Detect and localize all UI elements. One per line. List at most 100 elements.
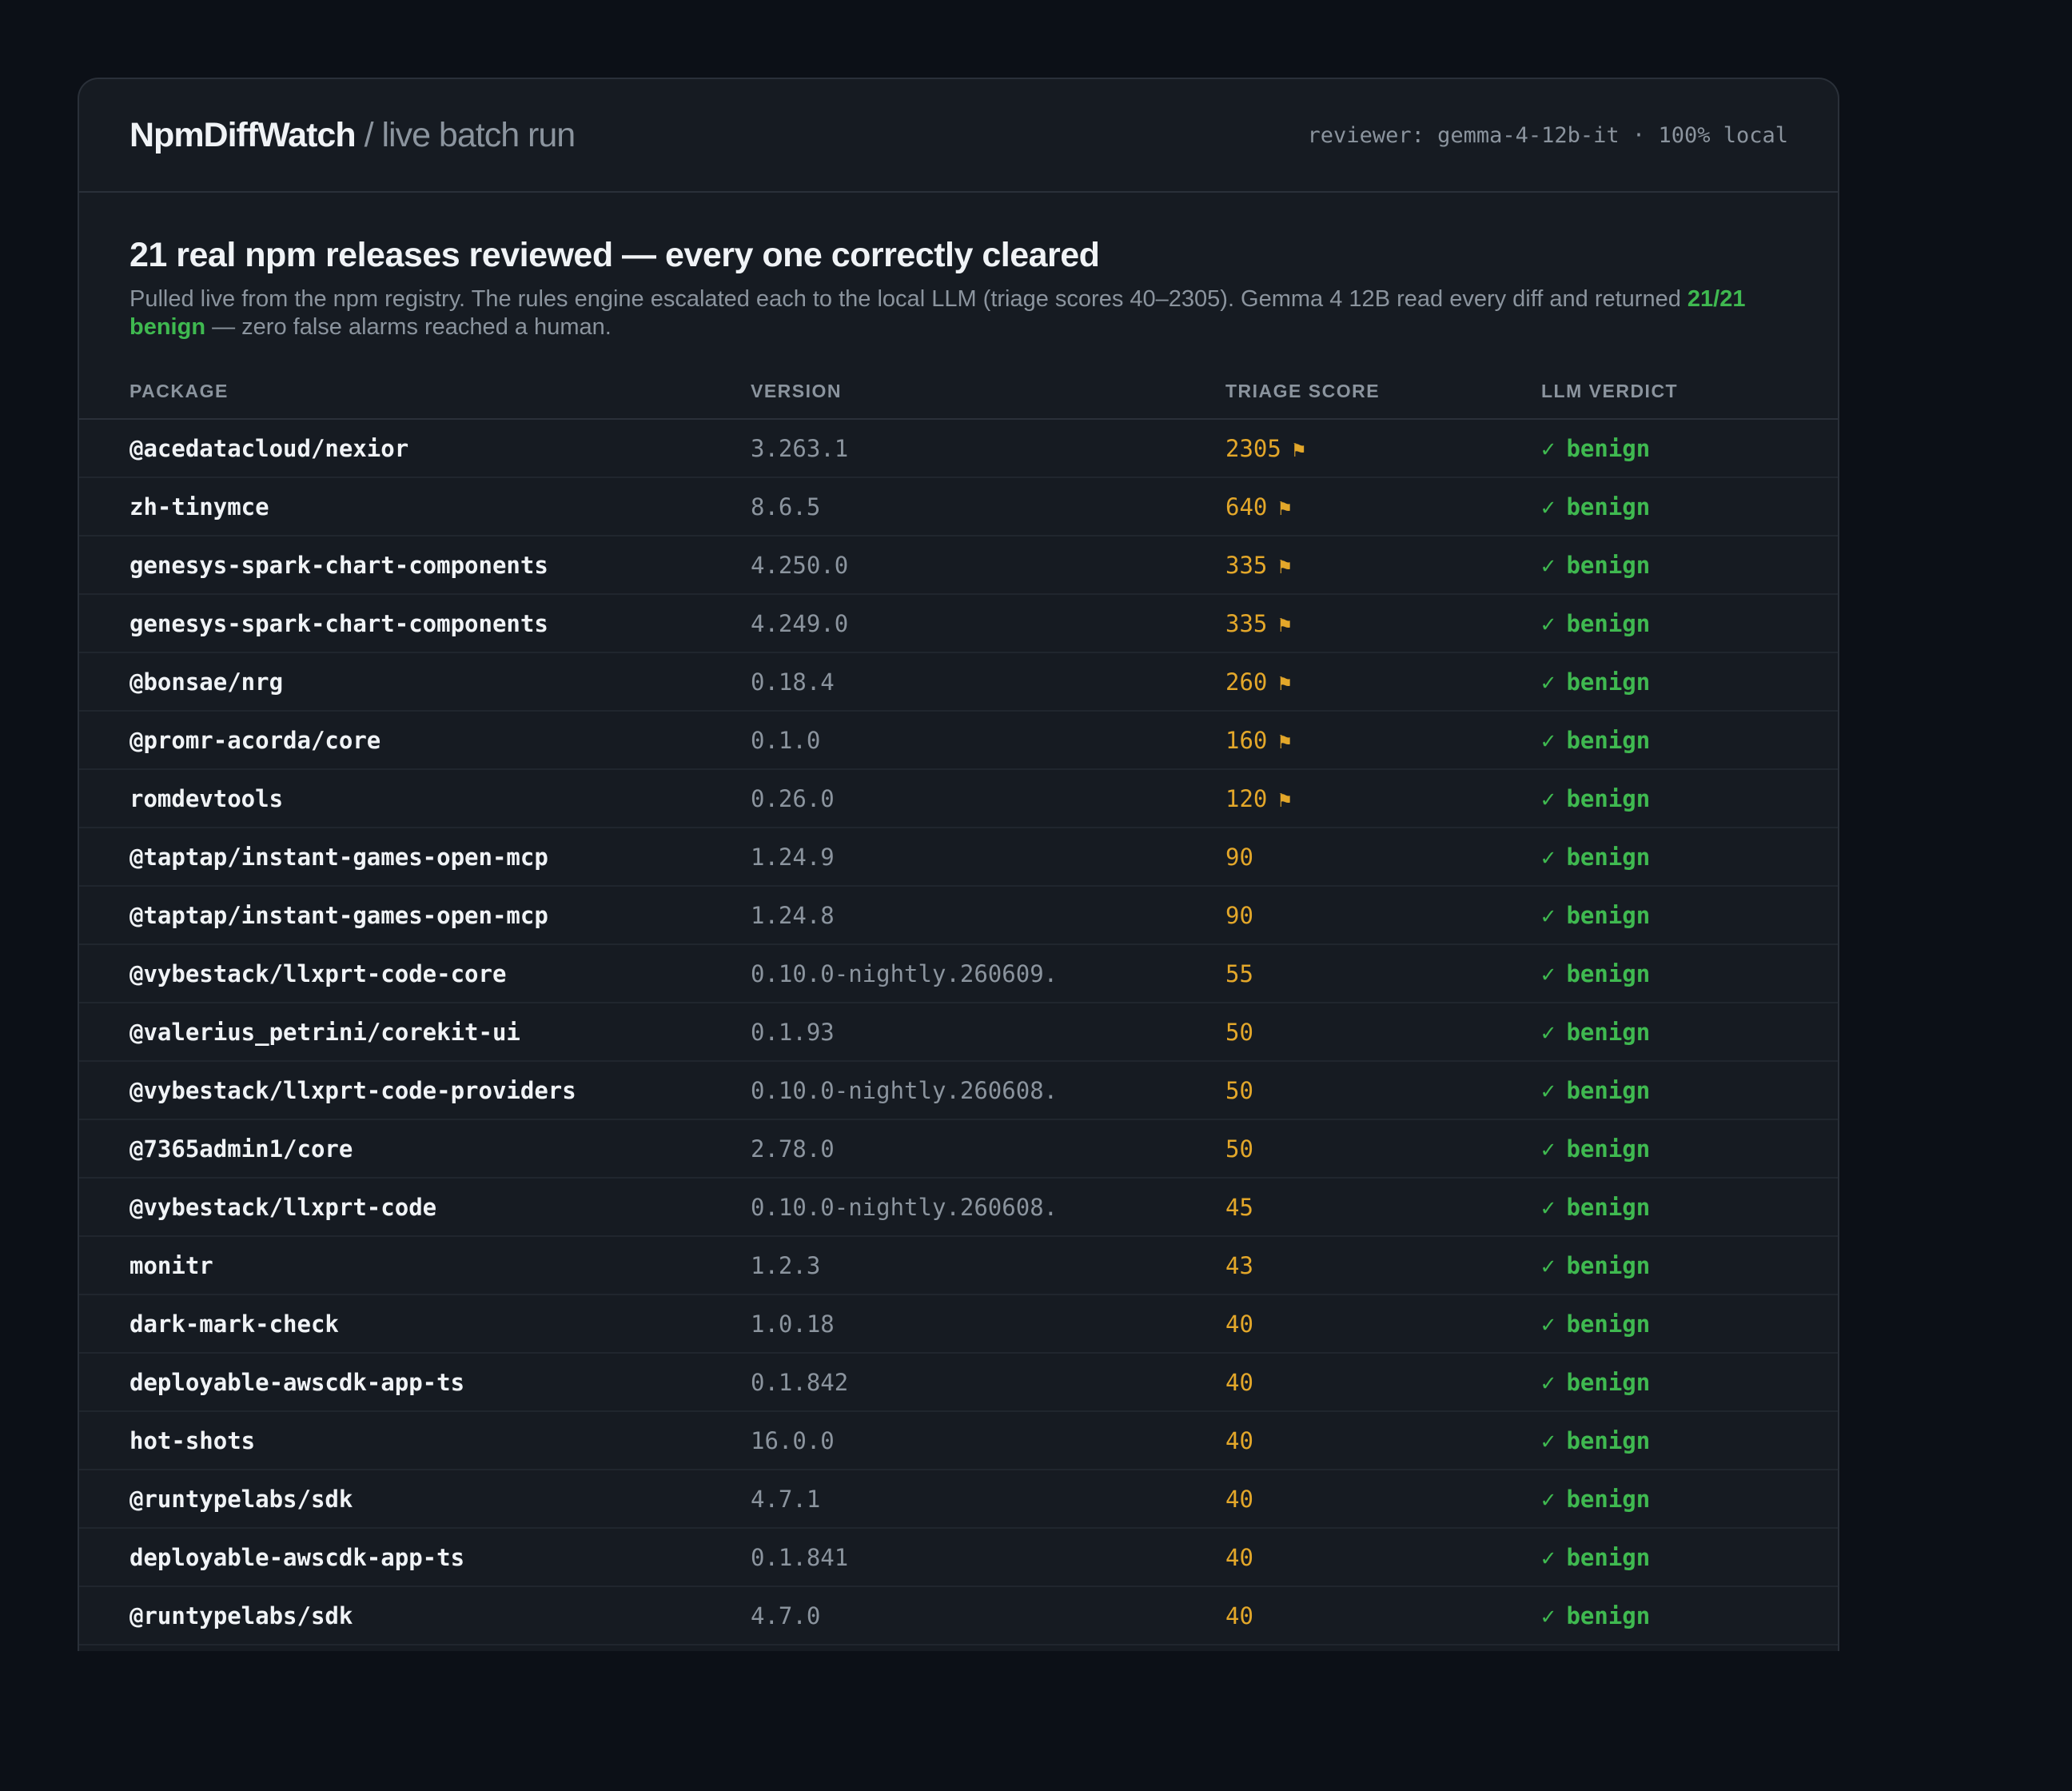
triage-score: 90 bbox=[1225, 901, 1253, 929]
package-name: @bonsae/nrg bbox=[79, 652, 751, 712]
summary-text-before: Pulled live from the npm registry. The r… bbox=[130, 286, 1687, 312]
package-version: 0.18.4 bbox=[751, 652, 1225, 712]
flag-icon: ⚑ bbox=[1278, 612, 1292, 637]
package-version: 4.249.0 bbox=[751, 594, 1225, 653]
check-icon: ✓ bbox=[1541, 784, 1556, 812]
triage-score: 335 bbox=[1225, 551, 1268, 579]
package-version: 16.0.0 bbox=[751, 1411, 1225, 1470]
package-name: @7365admin1/core bbox=[79, 1119, 751, 1179]
llm-verdict-cell: ✓ benign bbox=[1541, 1411, 1838, 1470]
check-icon: ✓ bbox=[1541, 1485, 1556, 1513]
package-name: genesys-spark-chart-components bbox=[79, 536, 751, 595]
column-header-version: VERSION bbox=[751, 375, 1225, 420]
package-version: 0.26.0 bbox=[751, 769, 1225, 828]
app-title: NpmDiffWatch / live batch run bbox=[130, 115, 576, 155]
package-version: 4.7.0 bbox=[751, 1586, 1225, 1645]
verdict-label: benign bbox=[1566, 551, 1651, 579]
package-version: 1.24.8 bbox=[751, 886, 1225, 945]
package-name: @vybestack/llxprt-code-providers bbox=[79, 1061, 751, 1120]
check-icon: ✓ bbox=[1541, 1076, 1556, 1104]
verdict-label: benign bbox=[1566, 1485, 1651, 1513]
llm-verdict-cell: ✓ benign bbox=[1541, 1178, 1838, 1237]
verdict-label: benign bbox=[1566, 726, 1651, 754]
check-icon: ✓ bbox=[1541, 434, 1556, 462]
triage-score-cell: 640 ⚑ bbox=[1225, 477, 1541, 537]
check-icon: ✓ bbox=[1541, 1426, 1556, 1454]
triage-score-cell: 40 bbox=[1225, 1528, 1541, 1587]
triage-score: 40 bbox=[1225, 1310, 1253, 1338]
package-version: 0.1.841 bbox=[751, 1528, 1225, 1587]
verdict-label: benign bbox=[1566, 434, 1651, 462]
triage-score-cell: 50 bbox=[1225, 1061, 1541, 1120]
triage-score: 260 bbox=[1225, 668, 1268, 696]
package-version: 3.263.1 bbox=[751, 419, 1225, 478]
table-row: @runtypelabs/sdk 4.7.0 40 ✓ benign bbox=[79, 1586, 1838, 1645]
check-icon: ✓ bbox=[1541, 843, 1556, 871]
table-row: @vybestack/llxprt-code 0.10.0-nightly.260… bbox=[79, 1178, 1838, 1237]
package-version: 0.10.0-nightly.260608. bbox=[751, 1061, 1225, 1120]
package-name: hot-shots bbox=[79, 1411, 751, 1470]
triage-score-cell: 40 bbox=[1225, 1353, 1541, 1412]
check-icon: ✓ bbox=[1541, 609, 1556, 637]
verdict-label: benign bbox=[1566, 1368, 1651, 1396]
triage-score: 160 bbox=[1225, 726, 1268, 754]
column-header-triage-score: TRIAGE SCORE bbox=[1225, 375, 1541, 420]
llm-verdict-cell: ✓ benign bbox=[1541, 1236, 1838, 1295]
triage-score: 40 bbox=[1225, 1368, 1253, 1396]
table-row: @valerius_petrini/corekit-ui 0.1.93 50 ✓ ben… bbox=[79, 1003, 1838, 1062]
reviewer-info: reviewer: gemma-4-12b-it · 100% local bbox=[1307, 122, 1788, 148]
package-version: 8.6.5 bbox=[751, 477, 1225, 537]
check-icon: ✓ bbox=[1541, 959, 1556, 987]
package-version: 0.1.842 bbox=[751, 1353, 1225, 1412]
check-icon: ✓ bbox=[1541, 1310, 1556, 1338]
triage-score-cell: 335 ⚑ bbox=[1225, 594, 1541, 653]
batch-run-panel: NpmDiffWatch / live batch run reviewer: … bbox=[78, 78, 1839, 1651]
llm-verdict-cell: ✓ benign bbox=[1541, 1470, 1838, 1529]
triage-score: 50 bbox=[1225, 1135, 1253, 1163]
table-header-row: PACKAGE VERSION TRIAGE SCORE LLM VERDICT bbox=[79, 375, 1838, 420]
summary-text-after: — zero false alarms reached a human. bbox=[205, 314, 612, 340]
llm-verdict-cell: ✓ benign bbox=[1541, 1586, 1838, 1645]
flag-icon: ⚑ bbox=[1278, 671, 1292, 696]
package-version: 2.78.0 bbox=[751, 1119, 1225, 1179]
table-row: @7365admin1/core 2.78.0 50 ✓ benign bbox=[79, 1119, 1838, 1179]
verdict-label: benign bbox=[1566, 959, 1651, 987]
llm-verdict-cell: ✓ benign bbox=[1541, 477, 1838, 537]
verdict-label: benign bbox=[1566, 668, 1651, 696]
package-name: @promr-acorda/core bbox=[79, 711, 751, 770]
table-row: @taptap/instant-games-open-mcp 1.24.8 90 ✓ b… bbox=[79, 886, 1838, 945]
table-row: deployable-awscdk-app-ts 0.1.841 40 ✓ benign bbox=[79, 1528, 1838, 1587]
triage-score: 2305 bbox=[1225, 434, 1281, 462]
verdict-label: benign bbox=[1566, 1018, 1651, 1046]
triage-score-cell: 40 bbox=[1225, 1411, 1541, 1470]
check-icon: ✓ bbox=[1541, 1193, 1556, 1221]
package-name: deployable-awscdk-app-ts bbox=[79, 1353, 751, 1412]
table-row: hot-shots 16.0.0 40 ✓ benign bbox=[79, 1411, 1838, 1470]
package-version: 1.2.3 bbox=[751, 1236, 1225, 1295]
brand-subtitle: / live batch run bbox=[364, 115, 576, 154]
triage-score: 640 bbox=[1225, 493, 1268, 521]
triage-score-cell: 90 bbox=[1225, 828, 1541, 887]
table-row: genesys-spark-chart-components 4.250.0 335… bbox=[79, 536, 1838, 595]
results-table: PACKAGE VERSION TRIAGE SCORE LLM VERDICT… bbox=[79, 375, 1838, 1645]
check-icon: ✓ bbox=[1541, 1368, 1556, 1396]
triage-score: 55 bbox=[1225, 959, 1253, 987]
triage-score-cell: 40 bbox=[1225, 1470, 1541, 1529]
column-header-llm-verdict: LLM VERDICT bbox=[1541, 375, 1838, 420]
check-icon: ✓ bbox=[1541, 493, 1556, 521]
table-row: @bonsae/nrg 0.18.4 260 ⚑ ✓ benign bbox=[79, 652, 1838, 712]
llm-verdict-cell: ✓ benign bbox=[1541, 828, 1838, 887]
verdict-label: benign bbox=[1566, 843, 1651, 871]
table-row: @acedatacloud/nexior 3.263.1 2305 ⚑ ✓ benign bbox=[79, 419, 1838, 478]
table-row: @promr-acorda/core 0.1.0 160 ⚑ ✓ benign bbox=[79, 711, 1838, 770]
triage-score-cell: 55 bbox=[1225, 944, 1541, 1003]
llm-verdict-cell: ✓ benign bbox=[1541, 886, 1838, 945]
verdict-label: benign bbox=[1566, 1135, 1651, 1163]
triage-score: 40 bbox=[1225, 1543, 1253, 1571]
summary-section: 21 real npm releases reviewed — every on… bbox=[79, 193, 1838, 341]
triage-score-cell: 260 ⚑ bbox=[1225, 652, 1541, 712]
llm-verdict-cell: ✓ benign bbox=[1541, 1003, 1838, 1062]
verdict-label: benign bbox=[1566, 609, 1651, 637]
check-icon: ✓ bbox=[1541, 551, 1556, 579]
verdict-label: benign bbox=[1566, 1543, 1651, 1571]
